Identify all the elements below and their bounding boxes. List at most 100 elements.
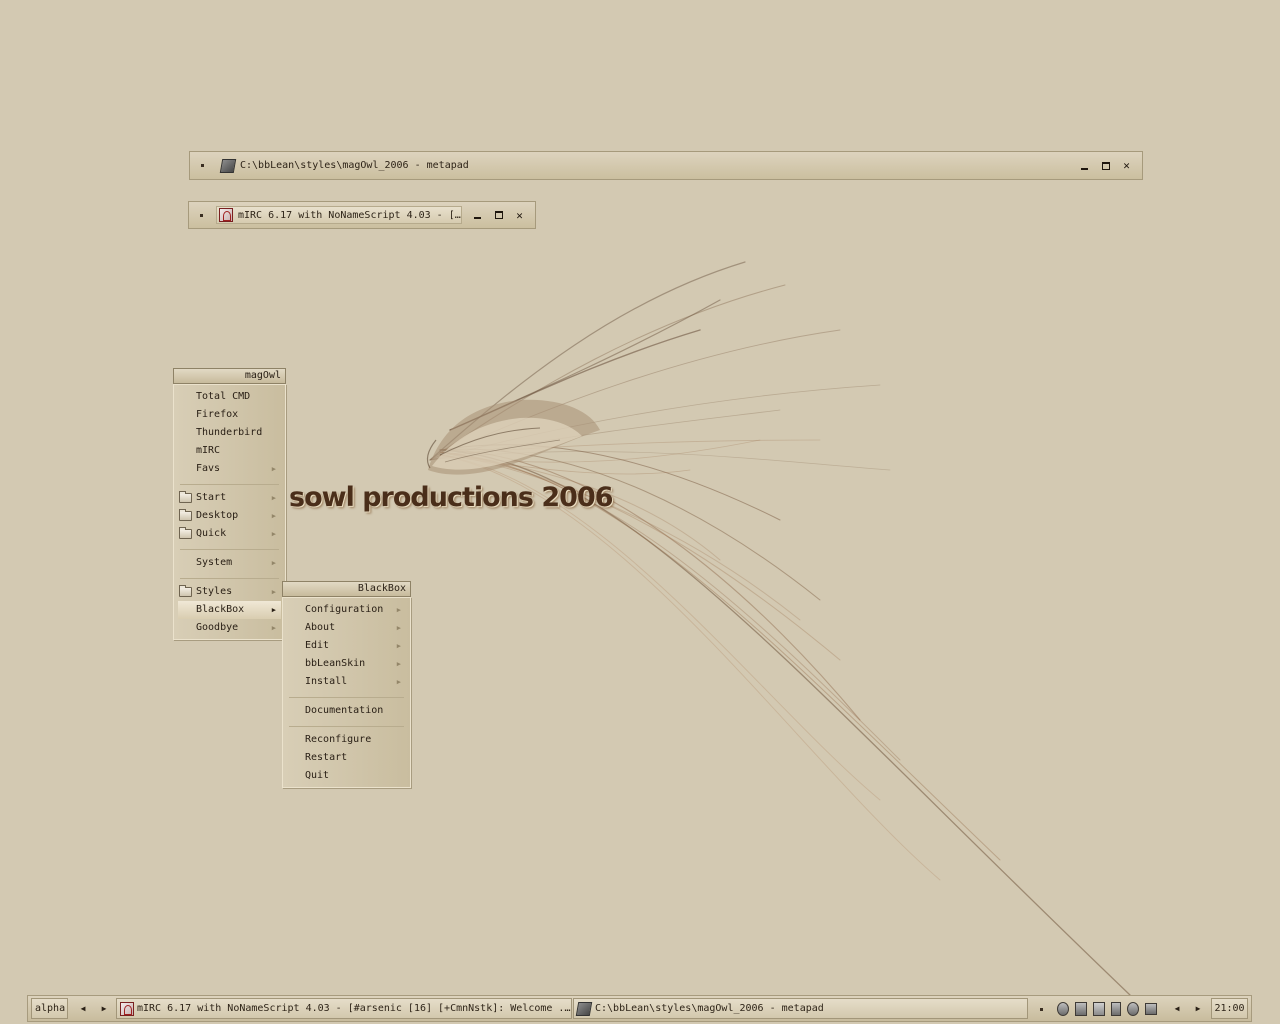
volume-icon[interactable] [1057,1002,1069,1016]
menu-item-documentation[interactable]: Documentation [283,702,410,720]
menu-separator [289,726,404,727]
menu-item-reconfigure[interactable]: Reconfigure [283,731,410,749]
clock[interactable]: 21:00 [1211,998,1248,1019]
menu-item-label: BlackBox [196,604,245,615]
menu-item-edit[interactable]: Edit ▶ [283,637,410,655]
close-button[interactable]: ✕ [1120,159,1133,172]
monitor-icon[interactable] [1093,1002,1105,1016]
submenu-arrow-icon: ▶ [396,660,401,668]
menu-item-total-cmd[interactable]: Total CMD [174,388,285,406]
menu-item-install[interactable]: Install ▶ [283,673,410,691]
menu-item-label: Restart [305,752,348,763]
minimize-button[interactable] [1078,159,1091,172]
workspace-label[interactable]: alpha [31,998,68,1019]
taskbar: alpha ◀ ▶ mIRC 6.17 with NoNameScript 4.… [27,995,1252,1022]
arrow-left-icon: ◀ [80,1004,86,1013]
window-title: mIRC 6.17 with NoNameScript 4.03 - [... [238,209,461,221]
menu-item-mirc[interactable]: mIRC [174,442,285,460]
submenu-arrow-icon: ▶ [396,606,401,614]
workspace-prev-button[interactable]: ◀ [76,998,90,1019]
close-icon: ✕ [1123,159,1130,172]
menu-item-goodbye[interactable]: Goodbye ▶ [174,619,285,637]
menu-item-favs[interactable]: Favs ▶ [174,460,285,478]
wheat-head [426,399,600,475]
menu-item-start[interactable]: Start ▶ [174,489,285,507]
wheat-strands [429,261,1131,996]
task-button-metapad[interactable]: C:\bbLean\styles\magOwl_2006 - metapad [573,998,1028,1019]
submenu-arrow-icon: ▶ [271,494,276,502]
window-mirc[interactable]: mIRC 6.17 with NoNameScript 4.03 - [... … [188,201,536,229]
maximize-button[interactable] [492,209,505,222]
metapad-icon [219,158,237,173]
window-metapad[interactable]: C:\bbLean\styles\magOwl_2006 - metapad ✕ [189,151,1143,180]
menu-item-desktop[interactable]: Desktop ▶ [174,507,285,525]
menu-item-label: mIRC [196,445,221,456]
close-button[interactable]: ✕ [513,209,526,222]
menu-item-firefox[interactable]: Firefox [174,406,285,424]
tray-next-button[interactable]: ▶ [1191,998,1205,1019]
speaker-icon[interactable] [1111,1002,1121,1016]
maximize-icon [1101,161,1110,170]
menu-item-label: About [305,622,336,633]
mirc-icon [120,1001,134,1016]
menu-separator [180,578,279,579]
folder-icon [179,585,192,597]
menu-item-label: Quick [196,528,227,539]
window-menu-dot[interactable] [200,213,203,217]
menu-item-label: Goodbye [196,622,239,633]
submenu-arrow-icon: ▶ [271,606,276,614]
menu-item-label: Favs [196,463,221,474]
menu-item-label: Total CMD [196,391,251,402]
maximize-button[interactable] [1099,159,1112,172]
network-icon[interactable] [1075,1002,1087,1016]
folder-icon [179,509,192,521]
tray-prev-button[interactable]: ◀ [1170,998,1184,1019]
menu-item-system[interactable]: System ▶ [174,554,285,572]
blackbox-menu: Configuration ▶ About ▶ Edit ▶ bbLeanSkin ▶ … [282,597,411,788]
menu-item-thunderbird[interactable]: Thunderbird [174,424,285,442]
submenu-arrow-icon: ▶ [271,465,276,473]
menu-item-label: Edit [305,640,330,651]
arrow-left-icon: ◀ [1174,1004,1180,1013]
menu-item-configuration[interactable]: Configuration ▶ [283,601,410,619]
menu-item-label: Start [196,492,227,503]
menu-item-about[interactable]: About ▶ [283,619,410,637]
submenu-arrow-icon: ▶ [396,642,401,650]
workspace-next-button[interactable]: ▶ [97,998,111,1019]
minimize-icon [474,217,481,219]
update-icon[interactable] [1127,1002,1139,1016]
menu-item-bbleanskin[interactable]: bbLeanSkin ▶ [283,655,410,673]
submenu-arrow-icon: ▶ [271,559,276,567]
minimize-icon [1081,167,1088,170]
window-title: C:\bbLean\styles\magOwl_2006 - metapad [240,160,469,171]
task-button-mirc[interactable]: mIRC 6.17 with NoNameScript 4.03 - [#ars… [116,998,572,1019]
menu-item-quit[interactable]: Quit [283,767,410,785]
submenu-arrow-icon: ▶ [271,512,276,520]
task-label: mIRC 6.17 with NoNameScript 4.03 - [#ars… [137,1003,571,1014]
arrow-right-icon: ▶ [1195,1004,1201,1013]
menu-item-label: Desktop [196,510,239,521]
menu-item-quick[interactable]: Quick ▶ [174,525,285,543]
menu-item-styles[interactable]: Styles ▶ [174,583,285,601]
menu-item-label: System [196,557,233,568]
submenu-arrow-icon: ▶ [396,624,401,632]
brand-watermark: sowl productions 2006 [289,482,614,513]
root-menu-title: magOwl [173,368,286,384]
mirc-icon [219,208,233,222]
blackbox-menu-title: BlackBox [282,581,411,597]
menu-item-label: Documentation [305,705,384,716]
menu-item-restart[interactable]: Restart [283,749,410,767]
menu-item-label: Configuration [305,604,384,615]
metapad-icon [575,1001,593,1016]
system-tray [1057,1001,1163,1017]
minimize-button[interactable] [471,209,484,222]
menu-item-label: Thunderbird [196,427,263,438]
menu-item-blackbox[interactable]: BlackBox ▶ [178,601,281,619]
window-controls: ✕ [1078,159,1133,172]
menu-item-label: Install [305,676,348,687]
printer-icon[interactable] [1145,1003,1157,1015]
window-controls: ✕ [471,209,526,222]
window-menu-dot[interactable] [201,164,204,167]
menu-item-label: Reconfigure [305,734,372,745]
menu-item-label: Firefox [196,409,239,420]
